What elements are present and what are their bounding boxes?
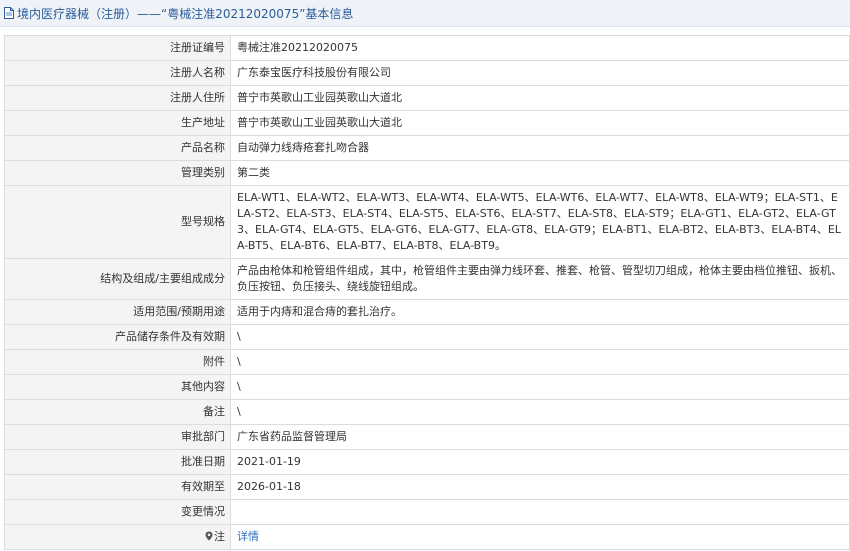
table-row: 变更情况 <box>4 499 850 525</box>
table-row: 生产地址 普宁市英歌山工业园英歌山大道北 <box>4 110 850 136</box>
row-label: 注册人住所 <box>4 85 231 111</box>
row-value: 2026-01-18 <box>230 474 850 500</box>
table-row: 备注 \ <box>4 399 850 425</box>
table-row: 注册人名称 广东泰宝医疗科技股份有限公司 <box>4 60 850 86</box>
row-value: \ <box>230 399 850 425</box>
table-row: 审批部门 广东省药品监督管理局 <box>4 424 850 450</box>
table-row: 结构及组成/主要组成成分 产品由枪体和枪管组件组成，其中，枪管组件主要由弹力线环… <box>4 258 850 300</box>
row-label: 审批部门 <box>4 424 231 450</box>
details-link[interactable]: 详情 <box>237 530 259 543</box>
table-row: 批准日期 2021-01-19 <box>4 449 850 475</box>
note-label-cell: 注 <box>4 524 231 550</box>
row-value: ELA-WT1、ELA-WT2、ELA-WT3、ELA-WT4、ELA-WT5、… <box>230 185 850 259</box>
row-label: 管理类别 <box>4 160 231 186</box>
info-table-wrapper: 注册证编号 粤械注准20212020075 注册人名称 广东泰宝医疗科技股份有限… <box>4 35 850 550</box>
row-label: 产品储存条件及有效期 <box>4 324 231 350</box>
page-title: 境内医疗器械（注册）——“粤械注准20212020075”基本信息 <box>17 6 354 21</box>
row-label: 变更情况 <box>4 499 231 525</box>
row-value: 产品由枪体和枪管组件组成，其中，枪管组件主要由弹力线环套、推套、枪管、管型切刀组… <box>230 258 850 300</box>
row-label: 型号规格 <box>4 185 231 259</box>
row-value: \ <box>230 324 850 350</box>
table-row: 其他内容 \ <box>4 374 850 400</box>
row-label: 备注 <box>4 399 231 425</box>
row-label: 其他内容 <box>4 374 231 400</box>
row-value: \ <box>230 374 850 400</box>
location-pin-icon <box>205 531 213 541</box>
table-row: 型号规格 ELA-WT1、ELA-WT2、ELA-WT3、ELA-WT4、ELA… <box>4 185 850 259</box>
table-row: 注册证编号 粤械注准20212020075 <box>4 35 850 61</box>
row-label: 批准日期 <box>4 449 231 475</box>
row-label: 注册证编号 <box>4 35 231 61</box>
row-label: 产品名称 <box>4 135 231 161</box>
row-value: 普宁市英歌山工业园英歌山大道北 <box>230 85 850 111</box>
row-value: 广东泰宝医疗科技股份有限公司 <box>230 60 850 86</box>
table-row: 产品名称 自动弹力线痔疮套扎吻合器 <box>4 135 850 161</box>
info-table: 注册证编号 粤械注准20212020075 注册人名称 广东泰宝医疗科技股份有限… <box>4 35 850 550</box>
row-value: 粤械注准20212020075 <box>230 35 850 61</box>
row-value: 适用于内痔和混合痔的套扎治疗。 <box>230 299 850 325</box>
note-label: 注 <box>214 530 225 543</box>
row-label: 结构及组成/主要组成成分 <box>4 258 231 300</box>
row-label: 生产地址 <box>4 110 231 136</box>
row-value <box>230 499 850 525</box>
row-value: 2021-01-19 <box>230 449 850 475</box>
row-value: 自动弹力线痔疮套扎吻合器 <box>230 135 850 161</box>
row-label: 有效期至 <box>4 474 231 500</box>
document-icon <box>4 7 14 19</box>
table-row: 适用范围/预期用途 适用于内痔和混合痔的套扎治疗。 <box>4 299 850 325</box>
row-label: 注册人名称 <box>4 60 231 86</box>
row-value: 第二类 <box>230 160 850 186</box>
table-row: 附件 \ <box>4 349 850 375</box>
page-header: 境内医疗器械（注册）——“粤械注准20212020075”基本信息 <box>0 0 850 27</box>
row-value: \ <box>230 349 850 375</box>
table-row: 管理类别 第二类 <box>4 160 850 186</box>
note-value-cell: 详情 <box>230 524 850 550</box>
table-row: 注册人住所 普宁市英歌山工业园英歌山大道北 <box>4 85 850 111</box>
table-row-note: 注 详情 <box>4 524 850 550</box>
row-value: 广东省药品监督管理局 <box>230 424 850 450</box>
row-value: 普宁市英歌山工业园英歌山大道北 <box>230 110 850 136</box>
table-row: 有效期至 2026-01-18 <box>4 474 850 500</box>
row-label: 适用范围/预期用途 <box>4 299 231 325</box>
row-label: 附件 <box>4 349 231 375</box>
table-row: 产品储存条件及有效期 \ <box>4 324 850 350</box>
